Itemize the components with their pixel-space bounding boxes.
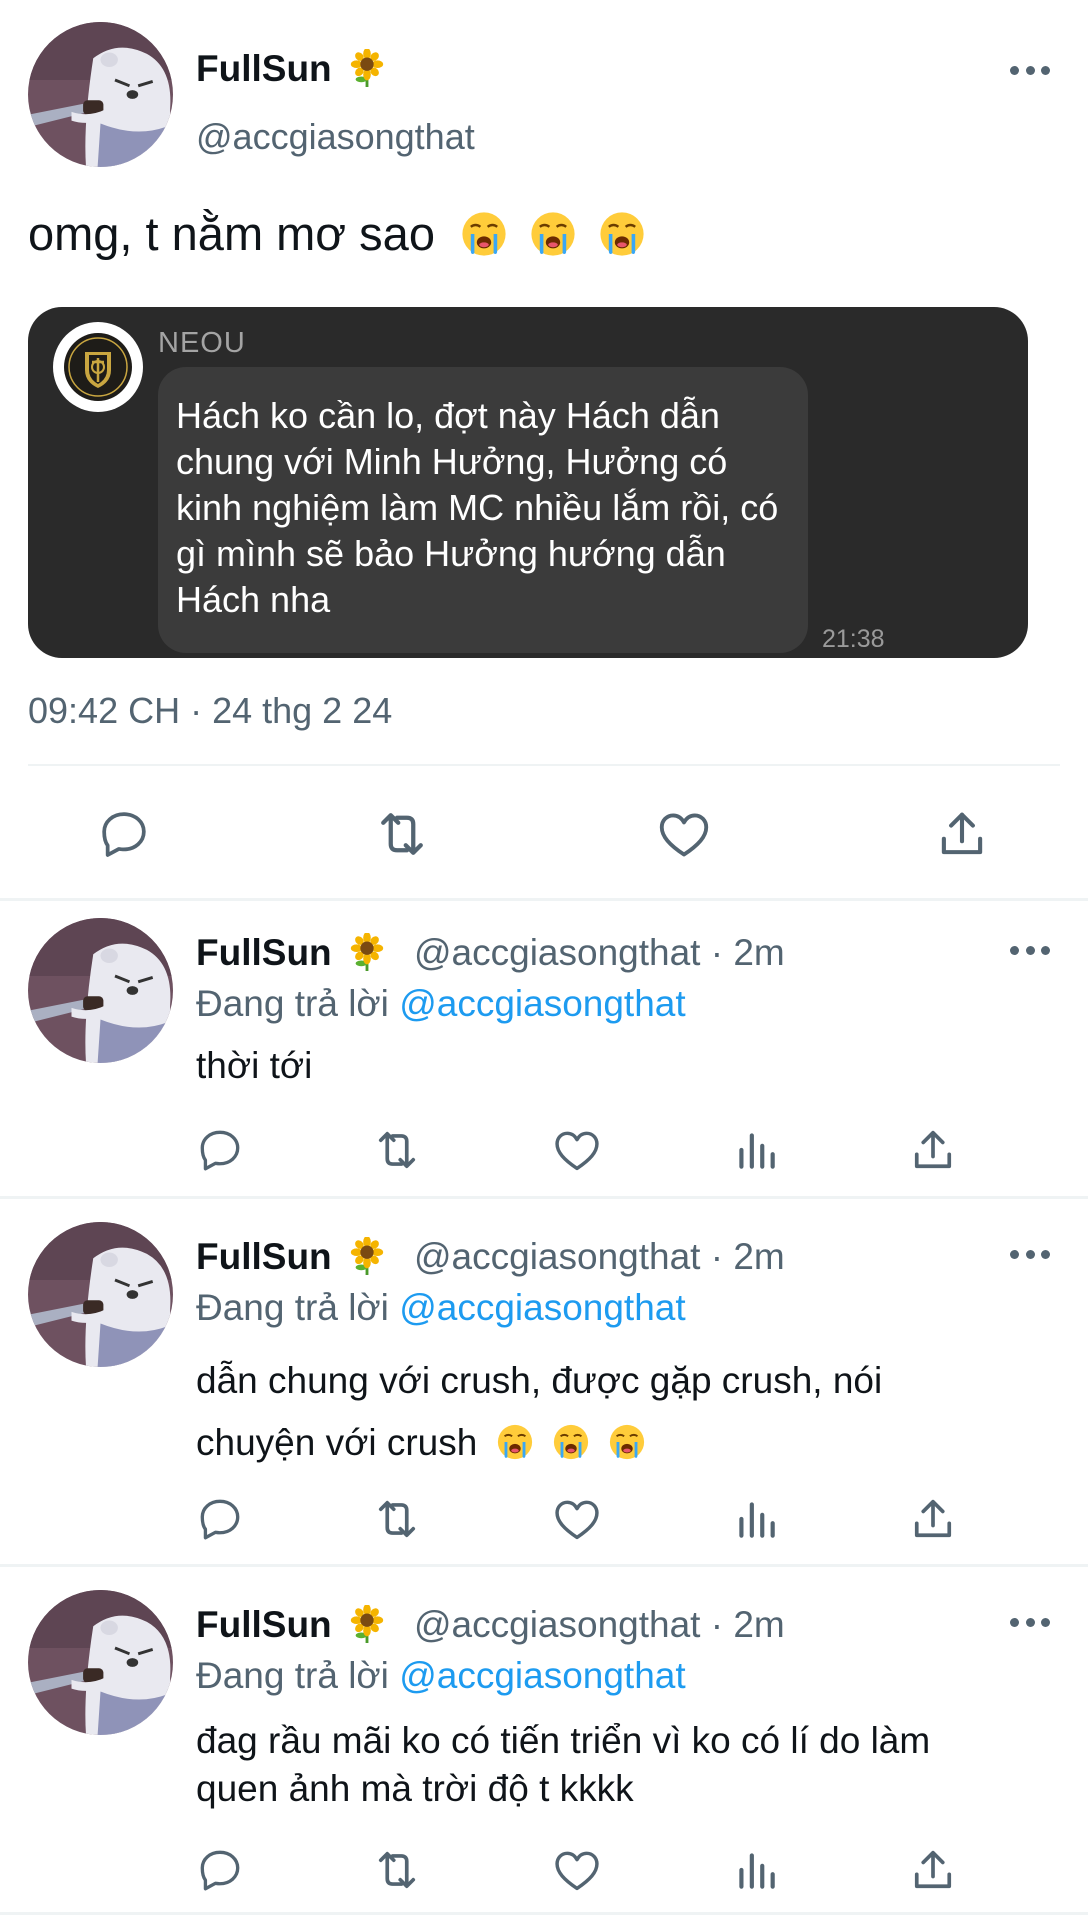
views-icon xyxy=(731,1845,781,1895)
share-button[interactable] xyxy=(907,1493,959,1545)
divider xyxy=(0,1912,1088,1915)
tweet-text-line: đag rầu mãi ko có tiến triển vì ko có lí… xyxy=(196,1720,931,1761)
more-options-icon[interactable] xyxy=(1010,1248,1050,1260)
share-button[interactable] xyxy=(907,1124,959,1176)
chat-message: Hách ko cần lo, đợt này Hách dẫn chung v… xyxy=(176,395,779,620)
reply-icon xyxy=(195,1125,245,1175)
crying-face-icon xyxy=(496,1423,534,1461)
share-icon xyxy=(907,1493,959,1545)
sunflower-icon xyxy=(348,49,386,87)
display-name-text: FullSun xyxy=(196,932,332,973)
views-icon xyxy=(731,1125,781,1175)
divider xyxy=(0,1196,1088,1199)
divider xyxy=(0,898,1088,901)
retweet-button[interactable] xyxy=(371,1493,423,1545)
sunflower-icon xyxy=(348,1237,386,1275)
views-button[interactable] xyxy=(730,1493,782,1545)
sunflower-icon xyxy=(348,1605,386,1643)
display-name[interactable]: FullSun xyxy=(196,1236,386,1278)
school-logo-icon xyxy=(64,333,132,401)
divider xyxy=(0,1564,1088,1567)
display-name[interactable]: FullSun xyxy=(196,1604,386,1646)
reply-button[interactable] xyxy=(194,1124,246,1176)
share-icon xyxy=(907,1124,959,1176)
like-button[interactable] xyxy=(551,1844,603,1896)
like-button[interactable] xyxy=(551,1493,603,1545)
replying-to-label: Đang trả lời xyxy=(196,983,389,1024)
more-options-icon[interactable] xyxy=(1010,64,1050,76)
display-name[interactable]: FullSun xyxy=(196,48,386,90)
tweet-text: thời tới xyxy=(196,1045,313,1086)
replying-to: Đang trả lời @accgiasongthat xyxy=(196,983,686,1025)
tweet-timestamp[interactable]: 09:42 CH · 24 thg 2 24 xyxy=(28,690,392,732)
retweet-icon xyxy=(372,804,432,864)
replying-to-label: Đang trả lời xyxy=(196,1287,389,1328)
share-icon xyxy=(933,805,991,863)
replying-to: Đang trả lời @accgiasongthat xyxy=(196,1287,686,1329)
more-options-icon[interactable] xyxy=(1010,1616,1050,1628)
retweet-button[interactable] xyxy=(371,1844,423,1896)
retweet-button[interactable] xyxy=(371,1124,423,1176)
more-options-icon[interactable] xyxy=(1010,944,1050,956)
views-icon xyxy=(731,1494,781,1544)
avatar[interactable] xyxy=(28,1590,173,1735)
attached-image[interactable]: NEOU Hách ko cần lo, đợt này Hách dẫn ch… xyxy=(28,307,1028,658)
handle[interactable]: @accgiasongthat xyxy=(196,116,475,158)
chat-avatar xyxy=(53,322,143,412)
reply-icon xyxy=(195,1845,245,1895)
avatar[interactable] xyxy=(28,22,173,167)
like-button[interactable] xyxy=(654,804,714,864)
handle-time[interactable]: @accgiasongthat · 2m xyxy=(414,1236,785,1278)
tweet-text-line: quen ảnh mà trời độ t kkkk xyxy=(196,1768,634,1809)
chat-sender: NEOU xyxy=(158,327,246,359)
crying-face-icon xyxy=(529,210,577,258)
replying-to-mention[interactable]: @accgiasongthat xyxy=(399,983,685,1024)
like-icon xyxy=(551,1844,603,1896)
like-icon xyxy=(551,1124,603,1176)
reply-button[interactable] xyxy=(194,1493,246,1545)
tweet-text-content: chuyện với crush xyxy=(196,1422,478,1463)
crying-face-icon xyxy=(598,210,646,258)
tweet-text: omg, t nằm mơ sao xyxy=(28,206,646,261)
views-button[interactable] xyxy=(730,1124,782,1176)
retweet-icon xyxy=(371,1843,423,1897)
display-name-text: FullSun xyxy=(196,1236,332,1277)
crying-face-icon xyxy=(608,1423,646,1461)
tweet-text-line: chuyện với crush xyxy=(196,1412,1036,1474)
retweet-icon xyxy=(371,1492,423,1546)
handle-time[interactable]: @accgiasongthat · 2m xyxy=(414,932,785,974)
crying-face-icon xyxy=(552,1423,590,1461)
reply-icon xyxy=(195,1494,245,1544)
display-name-text: FullSun xyxy=(196,48,332,89)
views-button[interactable] xyxy=(730,1844,782,1896)
replying-to-mention[interactable]: @accgiasongthat xyxy=(399,1287,685,1328)
share-icon xyxy=(907,1844,959,1896)
reply-icon xyxy=(96,806,152,862)
share-button[interactable] xyxy=(907,1844,959,1896)
chat-time: 21:38 xyxy=(822,625,885,653)
display-name[interactable]: FullSun xyxy=(196,932,386,974)
display-name-text: FullSun xyxy=(196,1604,332,1645)
like-icon xyxy=(551,1493,603,1545)
replying-to-mention[interactable]: @accgiasongthat xyxy=(399,1655,685,1696)
like-button[interactable] xyxy=(551,1124,603,1176)
sunflower-icon xyxy=(348,933,386,971)
tweet-text-line: dẫn chung với crush, được gặp crush, nói xyxy=(196,1360,883,1401)
reply-button[interactable] xyxy=(194,1844,246,1896)
handle-time[interactable]: @accgiasongthat · 2m xyxy=(414,1604,785,1646)
tweet-text: dẫn chung với crush, được gặp crush, nói… xyxy=(196,1350,1036,1474)
retweet-icon xyxy=(371,1123,423,1177)
replying-to: Đang trả lời @accgiasongthat xyxy=(196,1655,686,1697)
avatar[interactable] xyxy=(28,918,173,1063)
avatar[interactable] xyxy=(28,1222,173,1367)
retweet-button[interactable] xyxy=(372,804,432,864)
divider xyxy=(28,764,1060,766)
reply-button[interactable] xyxy=(94,804,154,864)
crying-face-icon xyxy=(460,210,508,258)
share-button[interactable] xyxy=(932,804,992,864)
like-icon xyxy=(655,805,713,863)
tweet-text-content: omg, t nằm mơ sao xyxy=(28,207,435,260)
replying-to-label: Đang trả lời xyxy=(196,1655,389,1696)
tweet-text: đag rầu mãi ko có tiến triển vì ko có lí… xyxy=(196,1717,1036,1813)
